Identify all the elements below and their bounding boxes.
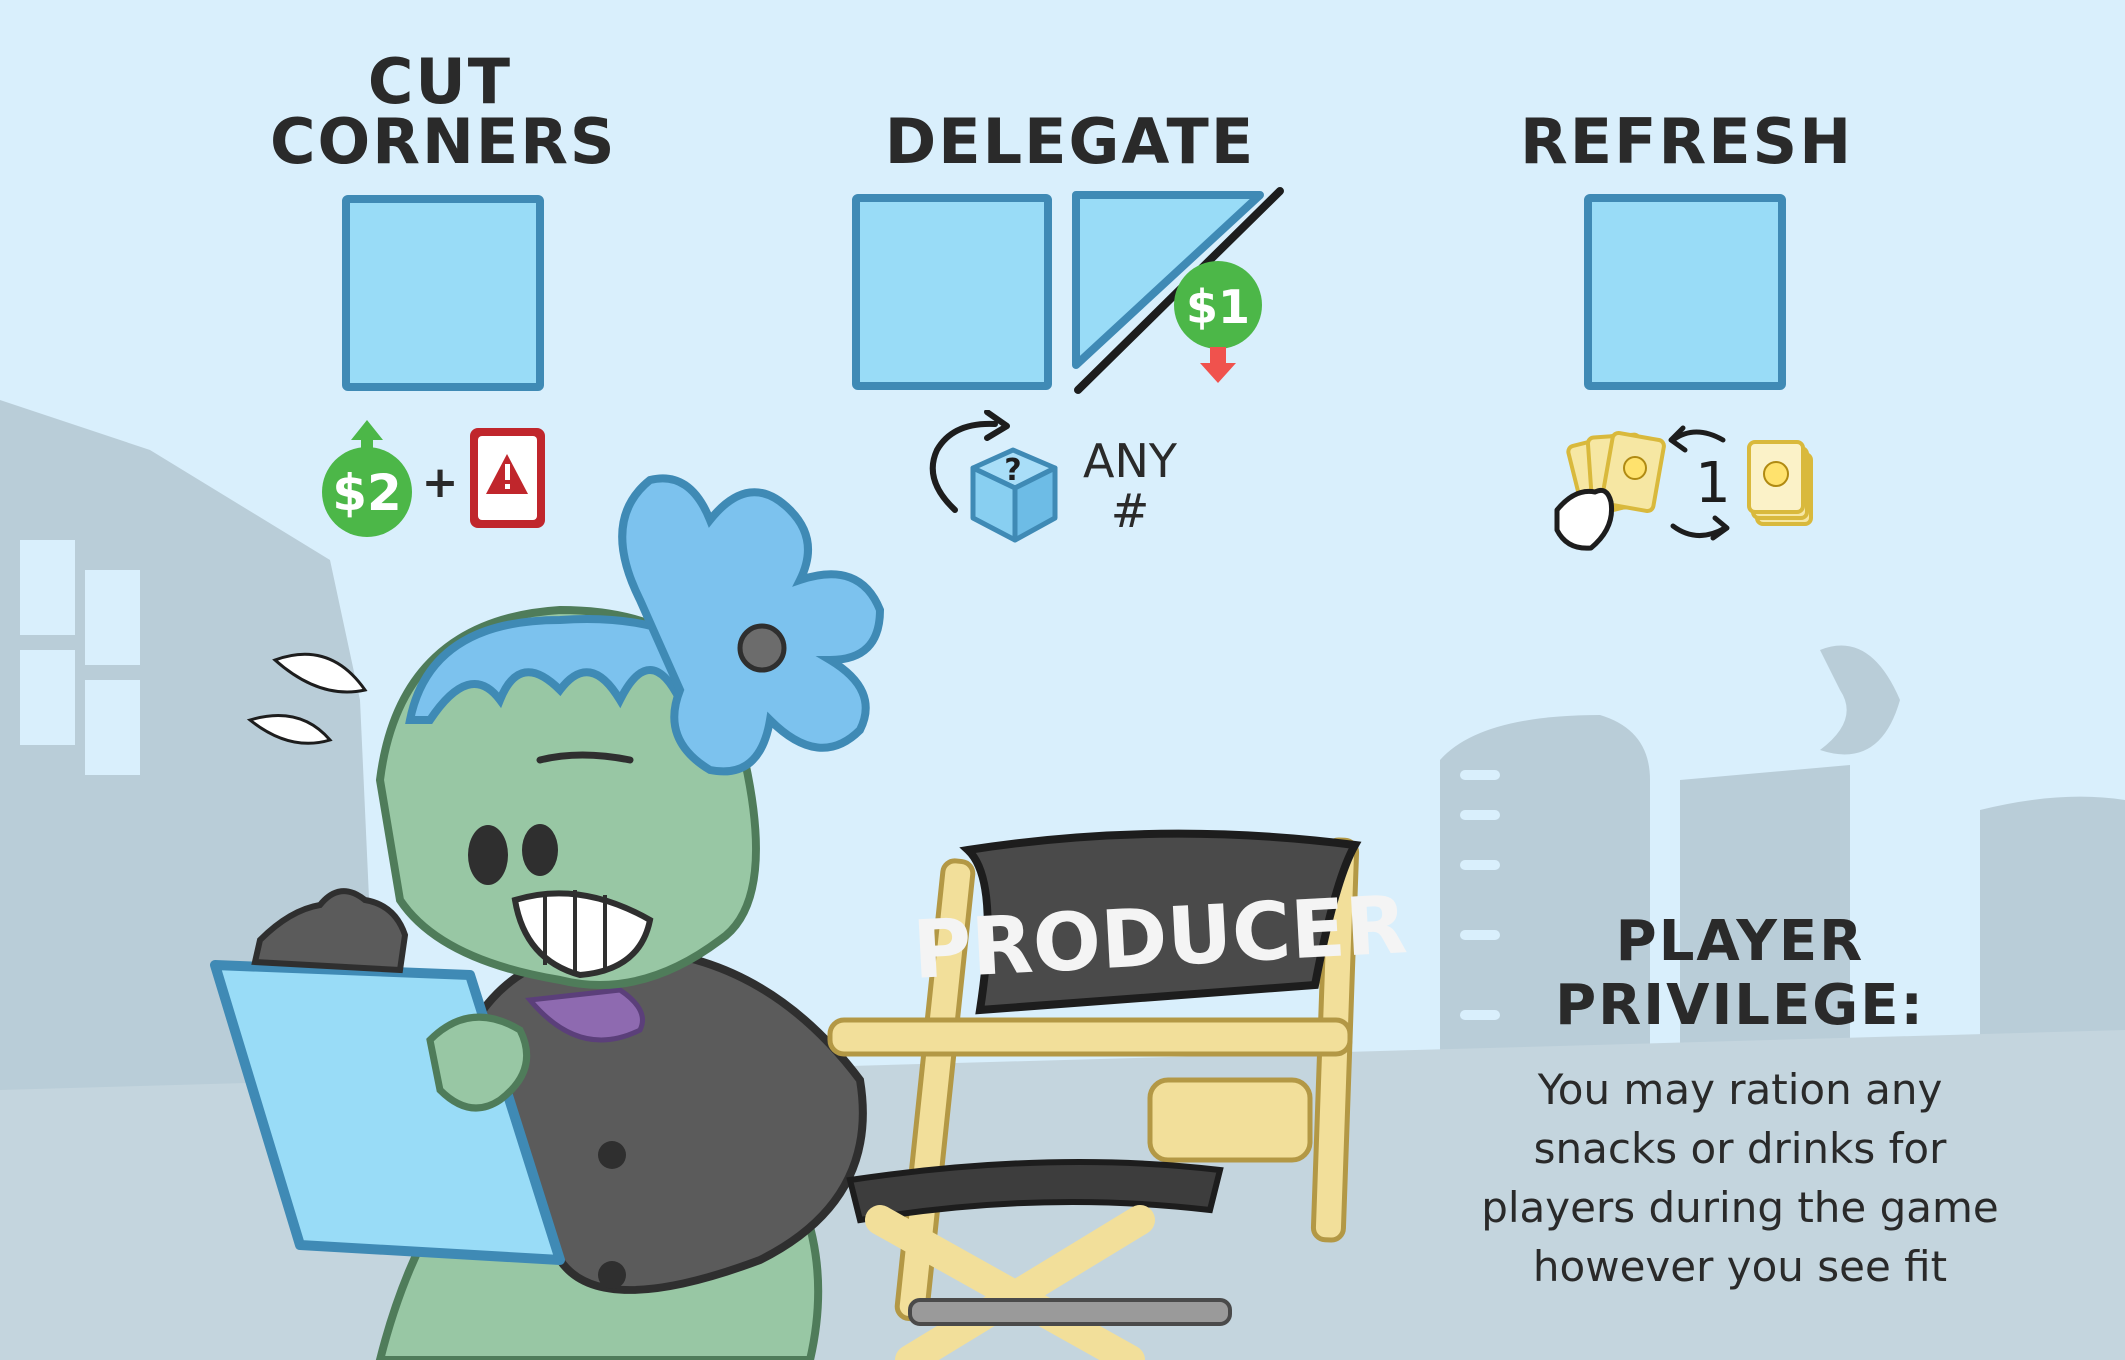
privilege-line-4: however you see fit (1532, 1242, 1948, 1291)
privilege-title-line2: PRIVILEGE: (1555, 973, 1925, 1038)
privilege-title-line1: PLAYER (1615, 909, 1865, 974)
privilege-line-3: players during the game (1481, 1183, 1999, 1232)
privilege-line-1: You may ration any (1537, 1065, 1943, 1114)
player-privilege-description: You may ration any snacks or drinks for … (1430, 1060, 2050, 1296)
player-privilege-title: PLAYER PRIVILEGE: (1430, 910, 2050, 1038)
privilege-line-2: snacks or drinks for (1533, 1124, 1947, 1173)
